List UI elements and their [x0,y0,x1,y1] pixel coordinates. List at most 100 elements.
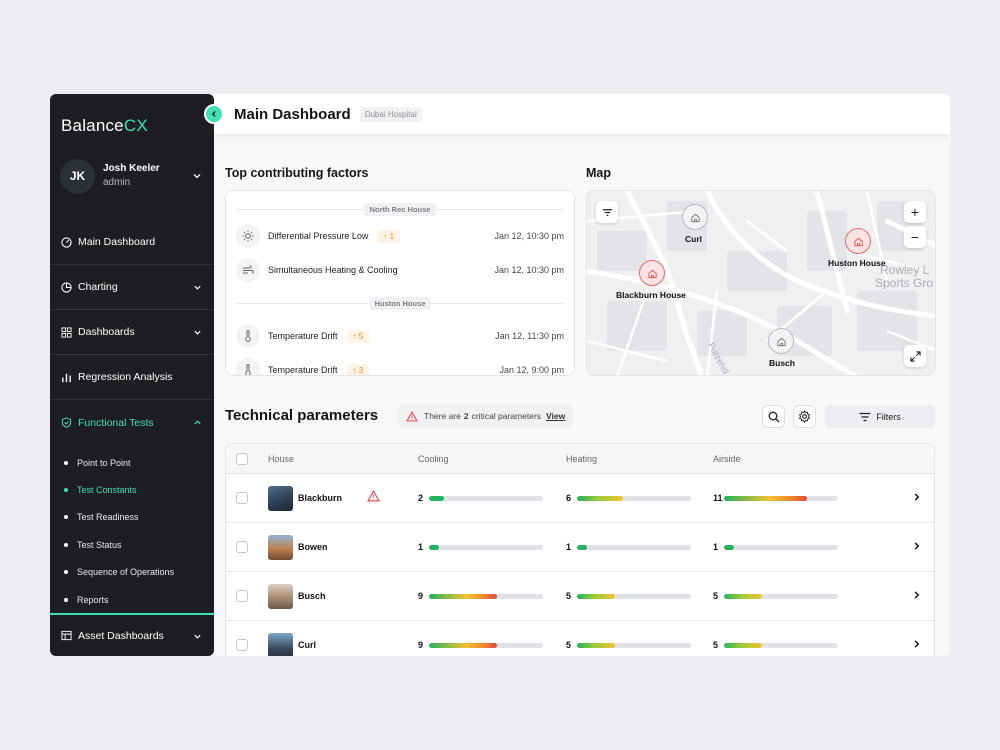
factor-row[interactable]: Differential Pressure Low ↑ 1 Jan 12, 10… [226,219,574,253]
sidebar-item-regression-analysis[interactable]: Regression Analysis [50,355,214,400]
submenu-item-test-constants[interactable]: Test Constants [64,476,214,503]
submenu-item-point-to-point[interactable]: Point to Point [64,449,214,476]
search-button[interactable] [762,405,785,428]
view-critical-link[interactable]: View [546,411,565,421]
collapse-sidebar-button[interactable] [204,104,224,124]
bar-chart-icon [61,372,72,383]
app-window: BalanceCX JK Josh Keeler admin Main Dash… [50,94,950,656]
main-content: Main Dashboard Dubai Hospital Top contri… [214,94,950,656]
chevron-down-icon [194,330,201,335]
logo: BalanceCX [61,116,148,135]
sidebar: BalanceCX JK Josh Keeler admin Main Dash… [50,94,214,656]
sidebar-item-dashboards[interactable]: Dashboards [50,310,214,355]
sidebar-item-main-dashboard[interactable]: Main Dashboard [50,220,214,265]
count-badge: ↑ 5 [346,329,370,343]
metric-bar: 1 [418,542,543,552]
plus-icon: + [910,204,920,220]
chevron-right-icon[interactable] [912,587,921,605]
table-row[interactable]: Blackburn 2 6 11 [226,474,934,523]
count-badge: ↑ 1 [377,229,401,243]
chevron-down-icon[interactable] [192,171,202,181]
params-table: House Cooling Heating Airside Blackburn 2… [225,443,935,656]
table-row[interactable]: Curl 9 5 5 [226,621,934,656]
metric-bar: 1 [713,542,838,552]
functional-tests-submenu: Point to Point Test Constants Test Readi… [50,445,214,621]
metric-bar: 5 [713,640,838,650]
table-row[interactable]: Busch 9 5 5 [226,572,934,621]
metric-bar: 5 [566,640,691,650]
factor-row[interactable]: Temperature Drift ↑ 3 Jan 12, 9:00 pm [226,353,574,375]
expand-map-button[interactable] [904,345,926,367]
user-menu[interactable]: JK Josh Keeler admin [60,158,206,194]
house-name: Busch [298,591,326,601]
metric-bar: 9 [418,640,543,650]
map-label: Rowley L [880,263,930,277]
chevron-down-icon [194,634,201,639]
metric-bar: 6 [566,493,691,503]
shield-check-icon [61,417,72,428]
factor-row[interactable]: Temperature Drift ↑ 5 Jan 12, 11:30 pm [226,319,574,353]
metric-bar: 9 [418,591,543,601]
map-title: Map [586,166,611,180]
chevron-down-icon [194,285,201,290]
table-header: House Cooling Heating Airside [226,444,934,474]
thermometer-icon [236,358,260,375]
row-checkbox[interactable] [236,590,248,602]
house-thumbnail [268,534,293,560]
metric-bar: 11 [713,493,838,503]
chevron-left-icon [211,111,216,117]
metric-bar: 5 [713,591,838,601]
chevron-right-icon[interactable] [912,636,921,654]
house-thumbnail [268,583,293,609]
pie-chart-icon [61,281,72,293]
submenu-item-sequence-of-operations[interactable]: Sequence of Operations [64,559,214,586]
sidebar-item-asset-dashboards[interactable]: Asset Dashboards [50,613,214,656]
sidebar-item-functional-tests[interactable]: Functional Tests [50,400,214,445]
map-label: Sports Gro [875,276,934,290]
row-checkbox[interactable] [236,639,248,651]
settings-button[interactable] [793,405,816,428]
sidebar-item-charting[interactable]: Charting [50,265,214,310]
row-checkbox[interactable] [236,492,248,504]
house-name: Curl [298,640,316,650]
submenu-item-test-status[interactable]: Test Status [64,531,214,558]
home-icon [647,269,657,278]
home-icon [776,337,786,346]
submenu-item-test-readiness[interactable]: Test Readiness [64,504,214,531]
zoom-out-button[interactable]: − [904,226,926,248]
warning-icon [406,410,418,422]
filters-button[interactable]: Filters [825,405,935,428]
chevron-right-icon[interactable] [912,489,921,507]
metric-bar: 2 [418,493,543,503]
map-pin-curl[interactable] [682,204,708,230]
select-all-checkbox[interactable] [236,452,248,465]
map-view[interactable]: Rowley L Sports Gro Furzehill R + − Curl… [586,190,936,376]
zoom-in-button[interactable]: + [904,201,926,223]
wind-icon [236,258,260,282]
critical-alert: There are 2 critical parameters View [398,405,574,427]
avatar: JK [60,158,95,194]
house-thumbnail [268,485,293,511]
filter-icon [859,412,871,421]
factor-row[interactable]: Simultaneous Heating & Cooling Jan 12, 1… [226,253,574,287]
group-header: Huston House [236,293,564,313]
thermometer-icon [236,324,260,348]
sun-icon [236,224,260,248]
house-name: Blackburn [298,493,343,503]
factors-card: North Rec House Differential Pressure Lo… [225,190,575,376]
site-tag: Dubai Hospital [359,106,422,122]
row-checkbox[interactable] [236,541,248,553]
metric-bar: 1 [566,542,691,552]
page-title: Main Dashboard [234,105,351,123]
count-badge: ↑ 3 [346,363,370,375]
group-header: North Rec House [236,199,564,219]
submenu-item-reports[interactable]: Reports [64,586,214,613]
map-filter-button[interactable] [596,201,618,223]
expand-icon [909,350,921,362]
table-row[interactable]: Bowen 1 1 1 [226,523,934,572]
map-pin-huston-house[interactable] [845,228,871,254]
chevron-right-icon[interactable] [912,538,921,556]
map-pin-busch[interactable] [768,328,794,354]
map-pin-blackburn-house[interactable] [639,260,665,286]
layout-icon [61,630,72,641]
